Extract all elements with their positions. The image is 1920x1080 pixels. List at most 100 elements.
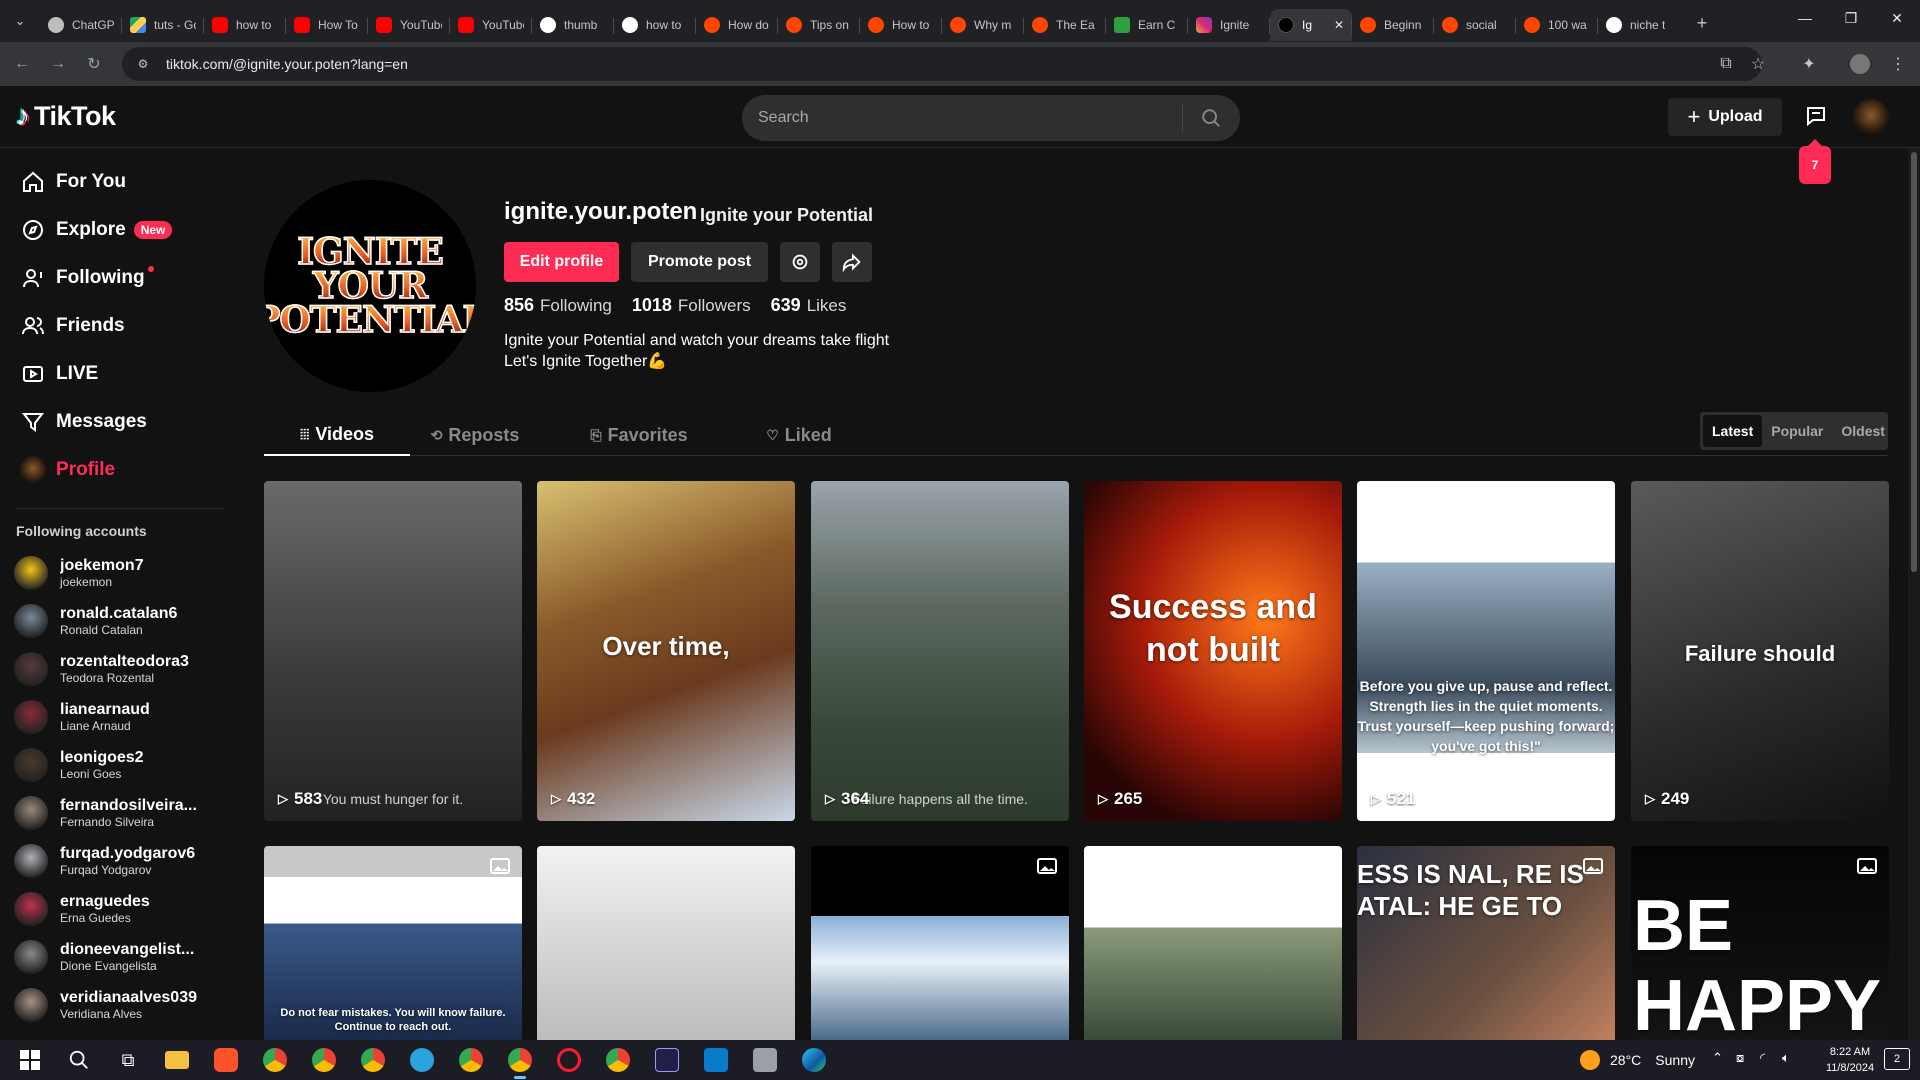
telegram-button[interactable] — [402, 1040, 442, 1080]
browser-tab[interactable]: How to — [860, 9, 942, 41]
browser-tab[interactable]: Ignite — [1188, 9, 1270, 41]
search-button[interactable] — [1183, 107, 1239, 129]
start-button[interactable] — [10, 1040, 50, 1080]
chrome-button-4[interactable] — [451, 1040, 491, 1080]
after-effects-button[interactable] — [647, 1040, 687, 1080]
browser-tab[interactable]: how to — [204, 9, 286, 41]
brave-button[interactable] — [206, 1040, 246, 1080]
tab-search-button[interactable]: ⌄ — [0, 0, 40, 42]
url-input[interactable]: ⚙ tiktok.com/@ignite.your.poten?lang=en — [122, 47, 1762, 81]
page-scrollbar[interactable] — [1908, 148, 1920, 1040]
sidebar-item-profile[interactable]: Profile — [0, 446, 240, 494]
vscode-button[interactable] — [696, 1040, 736, 1080]
video-thumbnail[interactable] — [537, 846, 795, 1040]
edit-profile-button[interactable]: Edit profile — [504, 242, 619, 282]
chrome-button-2[interactable] — [304, 1040, 344, 1080]
reload-button[interactable]: ↻ — [80, 50, 108, 78]
video-thumbnail[interactable]: Before you give up, pause and reflect. S… — [1357, 481, 1615, 821]
inbox-button[interactable] — [1802, 102, 1830, 130]
app-button[interactable] — [745, 1040, 785, 1080]
browser-tab[interactable]: Earn C — [1106, 9, 1188, 41]
share-profile-button[interactable] — [832, 242, 872, 282]
chrome-button-3[interactable] — [353, 1040, 393, 1080]
notification-center-button[interactable]: 2 — [1884, 1048, 1910, 1070]
bookmark-star-icon[interactable]: ☆ — [1746, 52, 1770, 76]
tray-chevron-icon[interactable]: ⌃ — [1712, 1050, 1723, 1066]
browser-tab[interactable]: ChatGPT — [40, 9, 122, 41]
tab-liked[interactable]: ♡ Liked — [744, 414, 854, 456]
tab-reposts[interactable]: ⟲ Reposts — [410, 414, 540, 456]
opera-button[interactable] — [549, 1040, 589, 1080]
task-view-button[interactable]: ⧉ — [108, 1040, 148, 1080]
browser-tab[interactable]: Beginn — [1352, 9, 1434, 41]
edge-button[interactable] — [794, 1040, 834, 1080]
browser-tab[interactable]: how to — [614, 9, 696, 41]
chrome-button-1[interactable] — [255, 1040, 295, 1080]
video-thumbnail[interactable] — [811, 846, 1069, 1040]
sort-latest[interactable]: Latest — [1703, 415, 1763, 447]
browser-tab[interactable]: thumb — [532, 9, 614, 41]
following-account[interactable]: leonigoes2 Leoni Goes — [0, 741, 240, 789]
following-account[interactable]: fernandosilveira... Fernando Silveira — [0, 789, 240, 837]
sort-oldest[interactable]: Oldest — [1832, 415, 1894, 447]
promote-post-button[interactable]: Promote post — [631, 242, 768, 282]
browser-tab[interactable]: social — [1434, 9, 1516, 41]
taskbar-search-button[interactable] — [59, 1040, 99, 1080]
scrollbar-thumb[interactable] — [1911, 152, 1917, 572]
chrome-button-active[interactable] — [500, 1040, 540, 1080]
tab-videos[interactable]: ⦙⦙⦙ Videos — [264, 414, 410, 456]
wifi-icon[interactable]: ◜ — [1760, 1050, 1765, 1066]
site-info-icon[interactable]: ⚙ — [134, 55, 152, 73]
following-account[interactable]: dioneevangelist... Dione Evangelista — [0, 933, 240, 981]
following-account[interactable]: veridianaalves039 Veridiana Alves — [0, 981, 240, 1029]
stat-followers[interactable]: 1018 Followers — [632, 295, 751, 316]
stat-following[interactable]: 856 Following — [504, 295, 612, 316]
sidebar-item-explore[interactable]: Explore New — [0, 206, 240, 254]
browser-tab[interactable]: 100 wa — [1516, 9, 1598, 41]
browser-tab[interactable]: Why m — [942, 9, 1024, 41]
browser-tab[interactable]: YouTube — [368, 9, 450, 41]
browser-tab[interactable]: YouTube — [450, 9, 532, 41]
sort-popular[interactable]: Popular — [1762, 415, 1832, 447]
clock[interactable]: 8:22 AM 11/8/2024 — [1810, 1044, 1890, 1076]
video-thumbnail[interactable]: Over time, ▷ 432 — [537, 481, 795, 821]
new-tab-button[interactable]: + — [1686, 13, 1718, 34]
close-window-button[interactable]: ✕ — [1874, 0, 1920, 36]
install-app-icon[interactable]: ⧉ — [1714, 52, 1738, 76]
browser-tab[interactable]: How To — [286, 9, 368, 41]
forward-button[interactable]: → — [44, 50, 72, 78]
following-account[interactable]: joekemon7 joekemon — [0, 549, 240, 597]
video-thumbnail[interactable]: Failure should ▷ 249 — [1631, 481, 1889, 821]
minimize-button[interactable]: — — [1782, 0, 1828, 36]
browser-tab[interactable]: Tips on — [778, 9, 860, 41]
browser-tab[interactable]: tuts - Google Drive — [122, 9, 204, 41]
following-account[interactable]: rozentalteodora3 Teodora Rozental — [0, 645, 240, 693]
weather-widget[interactable]: 28°C Sunny — [1580, 1040, 1695, 1080]
video-thumbnail[interactable]: Do not fear mistakes. You will know fail… — [264, 846, 522, 1040]
browser-menu-icon[interactable]: ⋮ — [1886, 52, 1910, 76]
following-account[interactable]: lianearnaud Liane Arnaud — [0, 693, 240, 741]
extensions-icon[interactable]: ✦ — [1797, 52, 1821, 76]
browser-tab[interactable]: Ig ✕ — [1270, 9, 1352, 41]
following-account[interactable]: furqad.yodgarov6 Furqad Yodgarov — [0, 837, 240, 885]
sidebar-item-for-you[interactable]: For You — [0, 158, 240, 206]
browser-tab[interactable]: The Ea — [1024, 9, 1106, 41]
browser-tab[interactable]: niche t — [1598, 9, 1680, 41]
settings-button[interactable] — [780, 242, 820, 282]
close-tab-icon[interactable]: ✕ — [1334, 18, 1344, 32]
stat-likes[interactable]: 639 Likes — [771, 295, 847, 316]
sidebar-item-friends[interactable]: Friends — [0, 302, 240, 350]
browser-tab[interactable]: How do — [696, 9, 778, 41]
restore-button[interactable]: ❐ — [1828, 0, 1874, 36]
sidebar-item-following[interactable]: Following — [0, 254, 240, 302]
profile-avatar[interactable]: IGNITE YOUR POTENTIAL — [264, 180, 476, 392]
tiktok-logo[interactable]: ♪ TikTok — [16, 100, 116, 132]
browser-profile-icon[interactable] — [1848, 52, 1872, 76]
video-thumbnail[interactable]: BE HAPPY — [1631, 846, 1889, 1040]
tray-app-icon[interactable]: ⧇ — [1736, 1050, 1744, 1066]
sidebar-item-messages[interactable]: Messages — [0, 398, 240, 446]
file-explorer-button[interactable] — [157, 1040, 197, 1080]
tab-favorites[interactable]: ⎘ Favorites — [564, 414, 714, 456]
back-button[interactable]: ← — [8, 50, 36, 78]
sidebar-item-live[interactable]: LIVE — [0, 350, 240, 398]
